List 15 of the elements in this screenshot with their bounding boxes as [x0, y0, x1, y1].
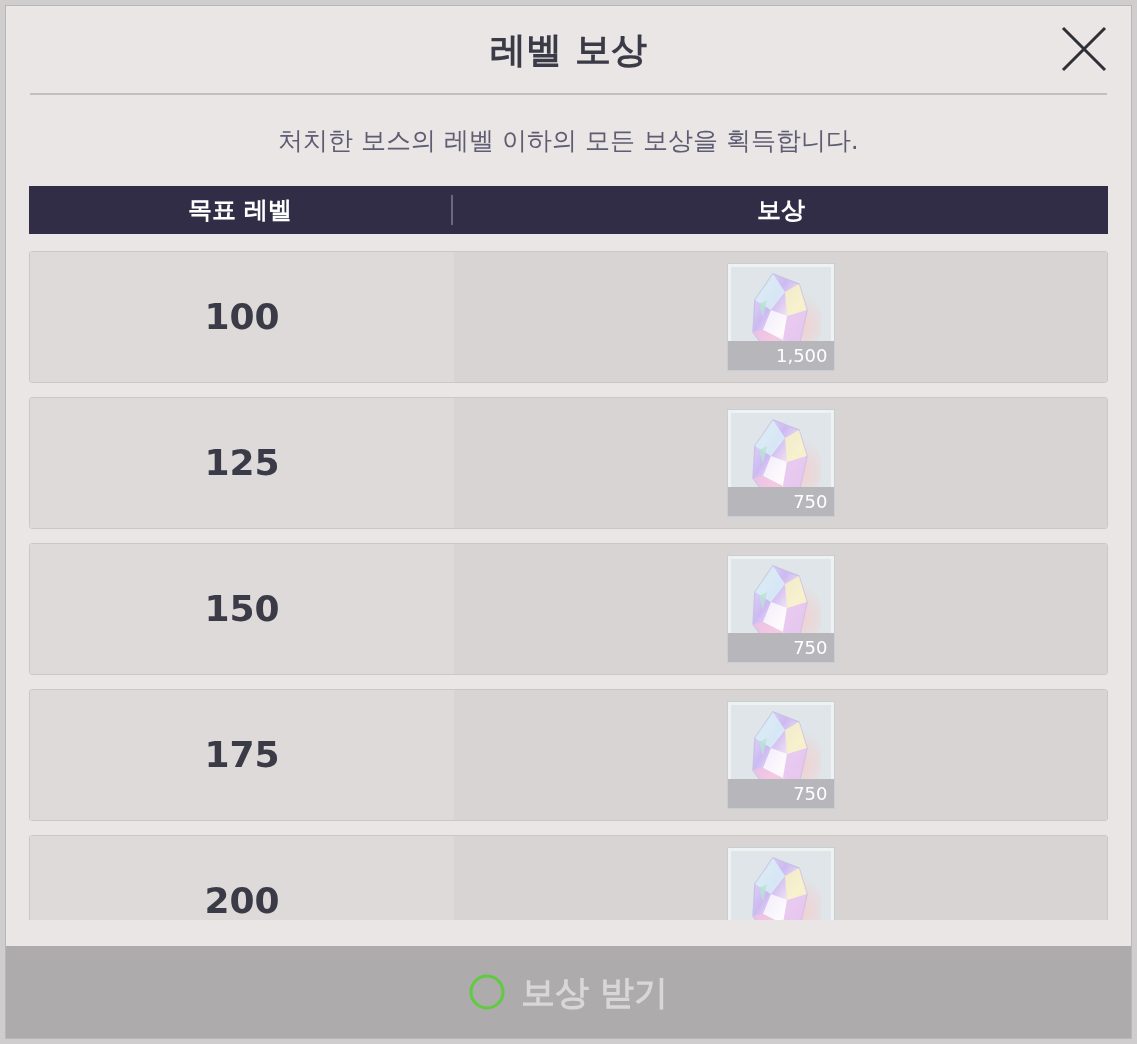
level-cell: 175 — [30, 690, 454, 820]
item-quantity: 750 — [727, 487, 834, 516]
description-text: 처치한 보스의 레벨 이하의 모든 보상을 획득합니다. — [278, 124, 859, 157]
dialog-title: 레벨 보상 — [490, 31, 647, 68]
level-cell: 125 — [30, 398, 454, 528]
column-header: 보상 — [756, 195, 805, 226]
close-icon[interactable] — [1061, 26, 1107, 72]
column-header: 목표 레벨 — [187, 195, 293, 226]
level-cell: 200 — [30, 836, 454, 920]
level-cell: 100 — [30, 252, 454, 382]
level-cell: 150 — [30, 544, 454, 674]
circle-icon — [468, 974, 505, 1010]
item-quantity: 1,500 — [727, 341, 834, 370]
item-quantity: 750 — [727, 779, 834, 808]
item-quantity: 750 — [727, 633, 834, 662]
